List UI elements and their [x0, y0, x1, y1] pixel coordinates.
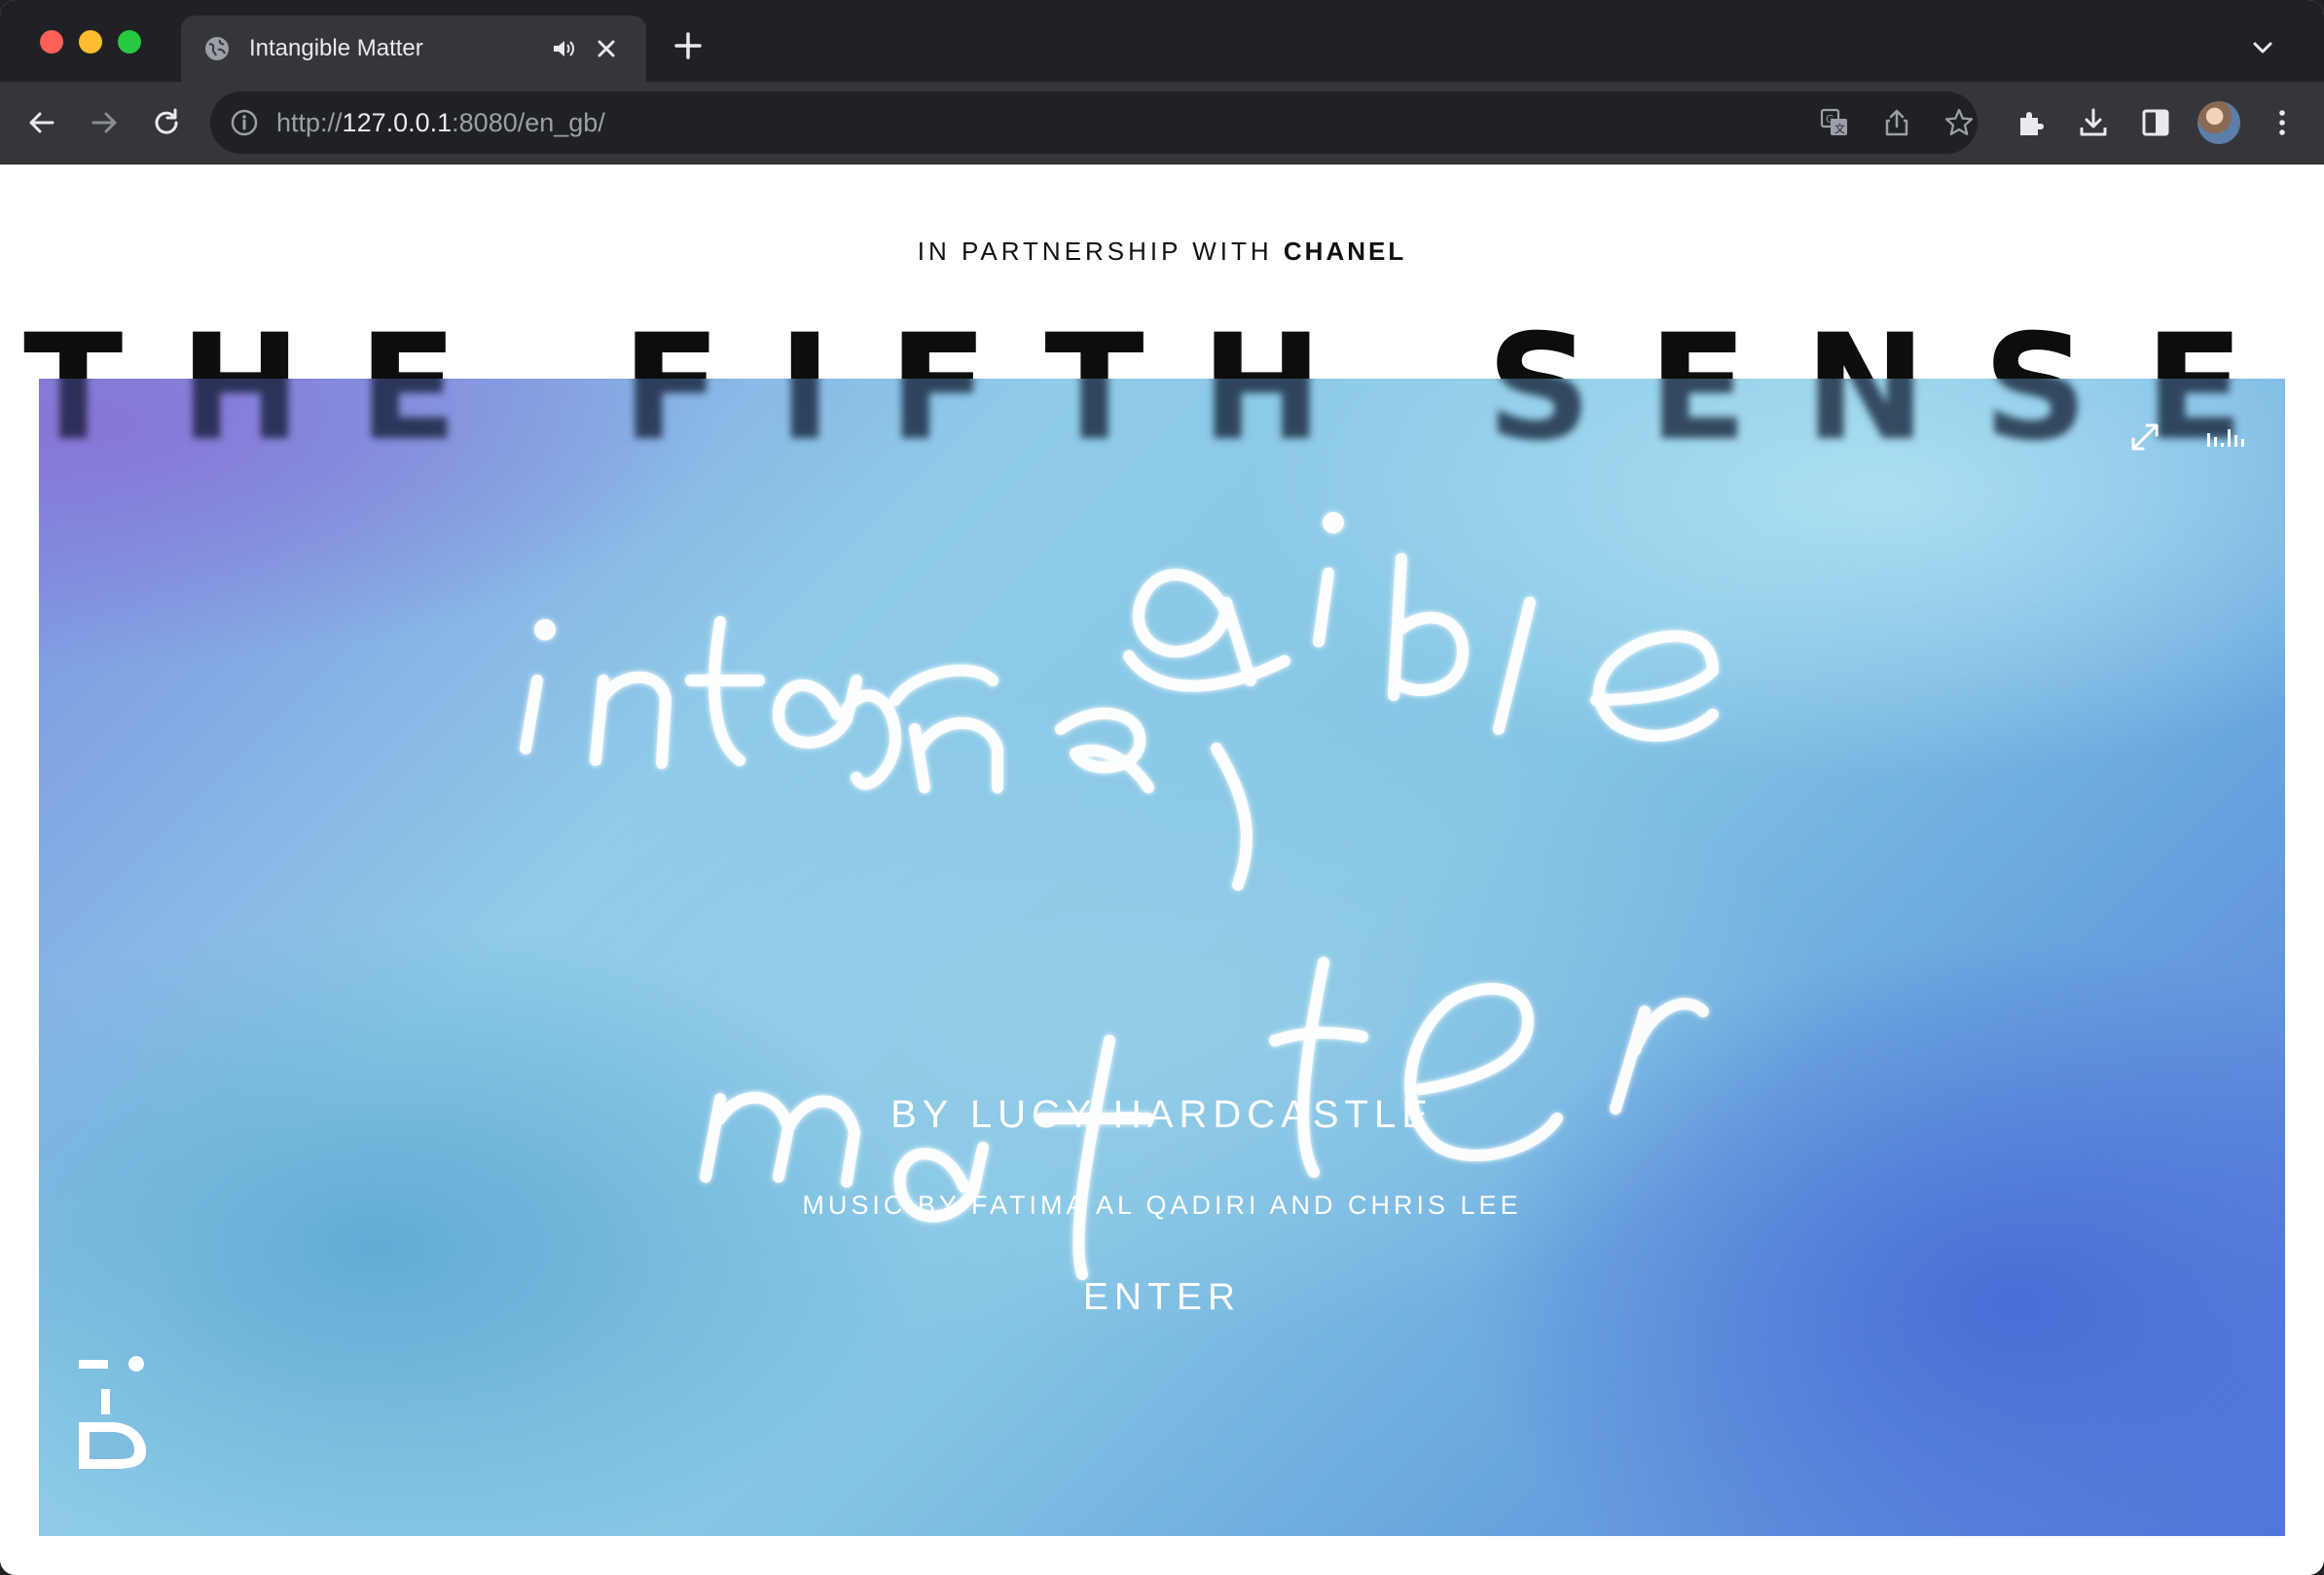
music-credit: MUSIC BY FATIMA AL QADIRI AND CHRIS LEE	[802, 1190, 1522, 1220]
svg-text:G: G	[1826, 113, 1834, 126]
info-icon[interactable]	[230, 108, 259, 137]
tab-strip: Intangible Matter	[0, 0, 2324, 82]
new-tab-button[interactable]	[672, 29, 705, 62]
reload-icon[interactable]	[150, 106, 183, 139]
avatar[interactable]	[2197, 101, 2240, 144]
maximize-window-button[interactable]	[118, 30, 141, 54]
forward-arrow-icon[interactable]	[88, 106, 121, 139]
intangible-matter-artwork	[520, 512, 1719, 1280]
download-icon[interactable]	[2077, 106, 2110, 139]
back-arrow-icon[interactable]	[25, 106, 58, 139]
url-host: 127.0.0.1	[342, 108, 453, 137]
globe-icon	[205, 37, 229, 60]
close-icon[interactable]	[594, 36, 619, 61]
star-icon[interactable]	[1943, 106, 1976, 139]
address-bar[interactable]: http://127.0.0.1:8080/en_gb/ G 文	[210, 92, 1978, 154]
partnership-prefix: IN PARTNERSHIP WITH	[917, 237, 1273, 266]
side-panel-icon[interactable]	[2139, 106, 2172, 139]
byline: BY LUCY HARDCASTLE	[890, 1093, 1434, 1136]
extensions-icon[interactable]	[2015, 106, 2048, 139]
partner-brand: CHANEL	[1283, 237, 1407, 266]
active-tab[interactable]: Intangible Matter	[181, 16, 646, 82]
chevron-down-icon[interactable]	[2248, 33, 2277, 62]
enter-button[interactable]: ENTER	[1055, 1270, 1269, 1325]
svg-text:文: 文	[1834, 122, 1845, 135]
minimize-window-button[interactable]	[79, 30, 102, 54]
share-icon[interactable]	[1880, 106, 1913, 139]
browser-window: Intangible Matter http://127.0.0.1:8080/…	[0, 0, 2324, 1575]
tab-title: Intangible Matter	[249, 35, 423, 61]
url-path: :8080/en_gb/	[452, 108, 605, 137]
kebab-menu-icon[interactable]	[2266, 106, 2299, 139]
i-d-logo[interactable]	[76, 1352, 146, 1469]
partnership-line: IN PARTNERSHIP WITH CHANEL	[0, 235, 2324, 268]
translate-icon[interactable]: G 文	[1818, 106, 1851, 139]
speaker-icon[interactable]	[551, 36, 576, 61]
page-content: IN PARTNERSHIP WITH CHANEL THE FIFTH SEN…	[0, 165, 2324, 1575]
url-text[interactable]: http://127.0.0.1:8080/en_gb/	[276, 106, 605, 139]
close-window-button[interactable]	[40, 30, 63, 54]
url-scheme: http://	[276, 108, 343, 137]
browser-toolbar: http://127.0.0.1:8080/en_gb/ G 文	[0, 82, 2324, 165]
hero-artwork[interactable]: THE FIFTH SENSE BY LUCY HARDCASTLE MUSIC…	[39, 379, 2285, 1536]
